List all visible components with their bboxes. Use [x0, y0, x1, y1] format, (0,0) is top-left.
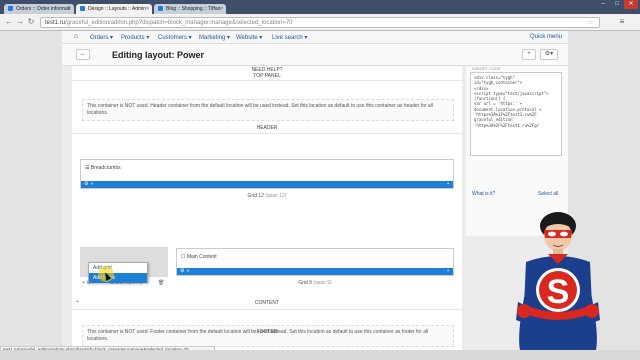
gear-icon[interactable]: ⚙▾ [540, 49, 558, 60]
widget-code-textarea[interactable]: <div class="tygh" id="tygh_container"> <… [470, 72, 562, 156]
settings-icon[interactable]: ⚙ [84, 182, 88, 187]
nav-live-search[interactable]: Live search ▾ [272, 34, 307, 41]
settings-icon[interactable]: ⚙ [180, 269, 184, 274]
back-button[interactable]: ← [76, 49, 90, 60]
grid-span: (span 9) [313, 280, 332, 286]
nav-orders[interactable]: Orders ▾ [90, 34, 113, 41]
top-panel-label: TOP PANEL [253, 73, 281, 79]
nav-customers[interactable]: Customers ▾ [158, 34, 192, 41]
divider [72, 309, 462, 310]
toggle-icon[interactable]: ◐ [91, 182, 94, 187]
close-icon[interactable]: × [68, 6, 71, 12]
bookmark-star-icon[interactable]: ☆ [587, 18, 593, 28]
tab-favicon-icon [158, 6, 163, 11]
browser-tab-blog[interactable]: Blog :: Shopping :: Tiffan × [154, 4, 226, 14]
nav-products[interactable]: Products ▾ [121, 34, 149, 41]
admin-top-nav: ⌂ Orders ▾ Products ▾ Customers ▾ Market… [62, 31, 568, 44]
delete-icon[interactable]: ▪ [447, 182, 449, 187]
tab-favicon-icon [80, 6, 85, 11]
home-icon[interactable]: ⌂ [74, 33, 78, 40]
delete-icon[interactable]: ▪ [447, 269, 449, 274]
header-notice: This container is NOT used. Header conta… [82, 99, 454, 121]
main-content-block[interactable]: ☐ Main Content ⚙ ◐ ▪ [176, 248, 454, 276]
nav-marketing[interactable]: Marketing ▾ [199, 34, 230, 41]
add-grid-popup: Add grid Add block [88, 262, 148, 283]
tab-favicon-icon [8, 6, 13, 11]
grid12-caption: Grid 12 (span 12) [80, 193, 454, 199]
main-content-label: Main Content [186, 254, 217, 260]
back-arrow-icon[interactable]: ← [4, 17, 14, 27]
forward-arrow-icon[interactable]: → [15, 17, 25, 27]
maximize-button[interactable]: □ [610, 0, 624, 9]
browser-menu-icon[interactable]: ≡ [616, 17, 628, 27]
browser-tab-design[interactable]: Design :: Layouts :: Admin × [76, 4, 152, 14]
grid-name: Grid 12 [247, 193, 264, 199]
quick-menu-link[interactable]: Quick menu [530, 34, 562, 40]
toggle-icon[interactable]: ◐ [187, 269, 190, 274]
close-icon[interactable]: × [220, 6, 223, 12]
tab-label: Blog :: Shopping :: Tiffan [166, 6, 221, 12]
window-close-button[interactable]: ✕ [624, 0, 638, 9]
grid9-caption: Grid 9 (span 9) [176, 280, 454, 286]
browser-tab-bar: Orders :: Order informati × Design :: Lay… [0, 0, 640, 14]
url-host: test1.ru [45, 20, 66, 26]
nav-website[interactable]: Website ▾ [236, 34, 262, 41]
page-title: Editing layout: Power [112, 50, 205, 60]
bottom-strip [0, 350, 640, 360]
header-label: HEADER [256, 125, 278, 131]
footer-label: FOOTER [256, 329, 278, 335]
add-icon[interactable]: + [522, 49, 536, 60]
tab-label: Design :: Layouts :: Admin [88, 6, 147, 12]
divider [72, 133, 462, 134]
what-is-it-link[interactable]: What is it? [472, 191, 495, 197]
grid-span: (span 12) [265, 193, 287, 199]
minimize-button[interactable]: – [596, 0, 610, 9]
breadcrumbs-block[interactable]: ☰ Breadcrumbs ⚙ ◐ ▪ [80, 159, 454, 189]
url-path: /graceful_edition/admin.php?dispatch=blo… [65, 20, 293, 26]
content-label: CONTENT [254, 300, 280, 306]
widget-code-label: WIDGET CODE [472, 66, 501, 71]
layout-canvas: NEED HELP? TOP PANEL This container is N… [72, 66, 462, 350]
grid-name: Grid 9 [298, 280, 312, 286]
url-input[interactable]: test1.ru/graceful_edition/admin.php?disp… [40, 17, 600, 28]
superhero-mascot-image: S [516, 212, 600, 350]
close-icon[interactable]: × [146, 6, 149, 12]
select-all-link[interactable]: Select all [538, 191, 558, 197]
trash-icon[interactable]: 🗑 [158, 280, 164, 286]
svg-text:S: S [547, 273, 570, 311]
address-bar-row: ← → ↻ test1.ru/graceful_edition/admin.ph… [0, 14, 640, 31]
breadcrumbs-label: Breadcrumbs [90, 165, 121, 171]
reload-icon[interactable]: ↻ [26, 17, 36, 27]
browser-tab-orders[interactable]: Orders :: Order informati × [4, 4, 74, 14]
add-container-icon[interactable]: + [76, 299, 79, 305]
tab-label: Orders :: Order informati [16, 6, 71, 12]
page-title-bar: ← Editing layout: Power + ⚙▾ [62, 44, 568, 66]
left-gutter [0, 31, 62, 350]
block-toolbar: ⚙ ◐ ▪ [177, 268, 453, 275]
divider [72, 80, 462, 81]
block-toolbar: ⚙ ◐ ▪ [81, 181, 453, 188]
